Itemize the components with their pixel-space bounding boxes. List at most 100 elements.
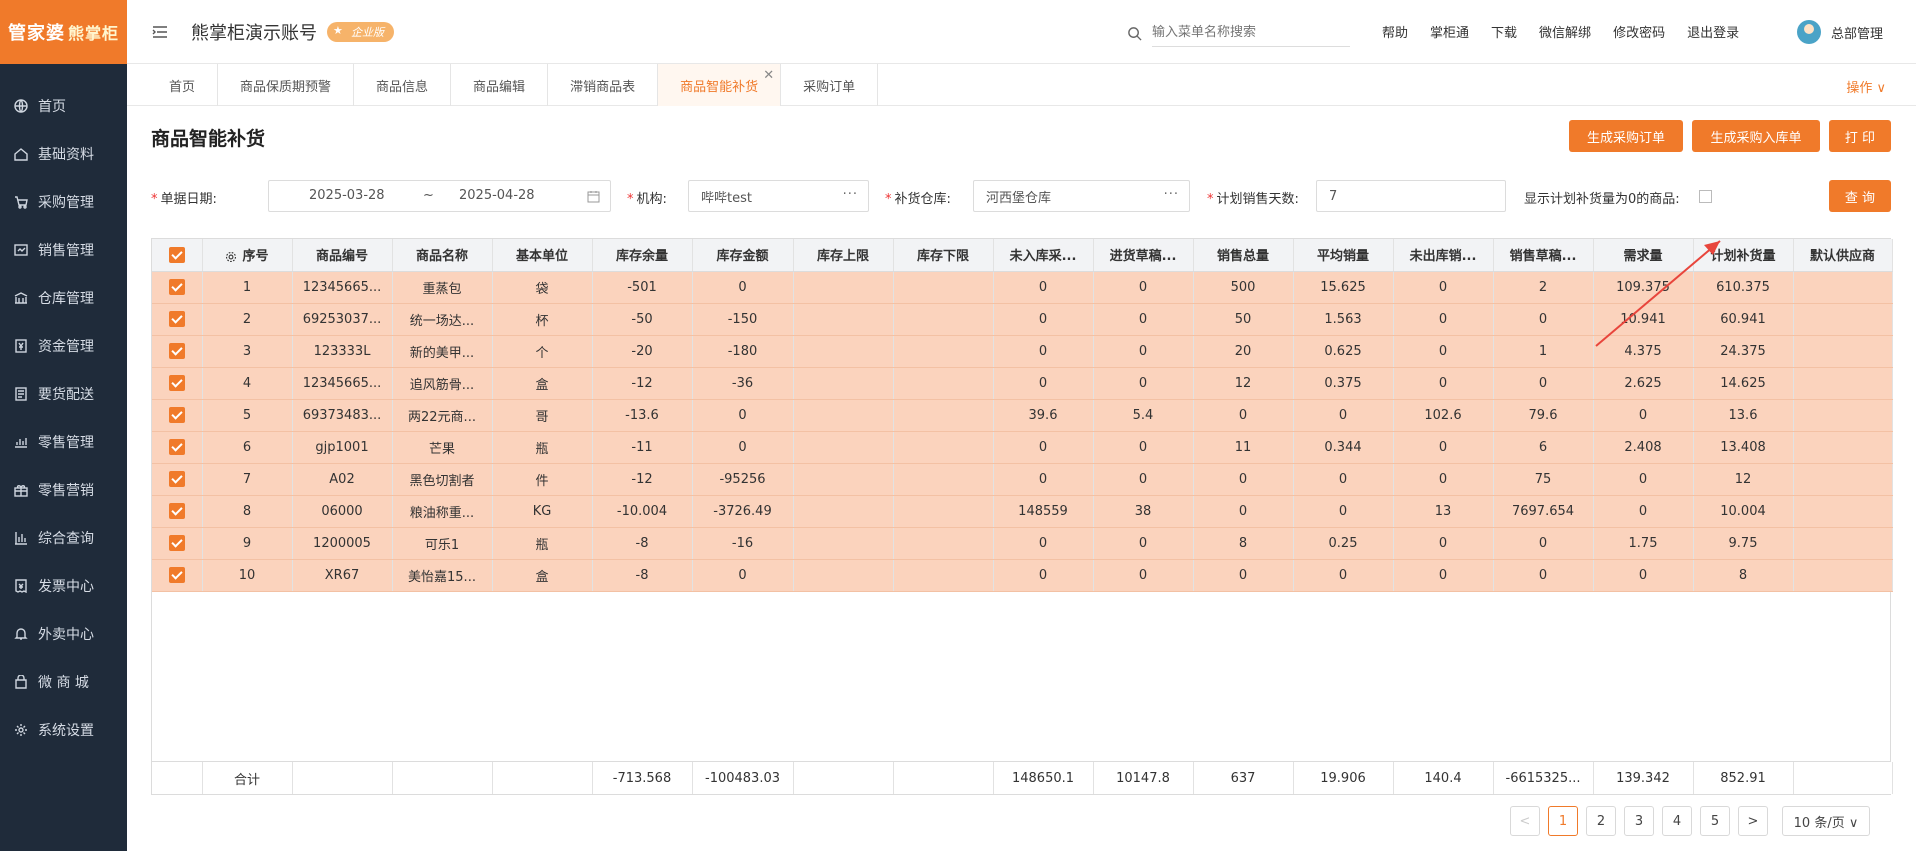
tab-expiry-warning[interactable]: 商品保质期预警 [218, 64, 355, 106]
page-button-5[interactable]: 5 [1700, 806, 1730, 836]
column-header[interactable]: 基本单位 [492, 239, 593, 272]
row-checkbox-cell[interactable] [152, 399, 203, 432]
table-row[interactable]: 9 1200005 可乐1 瓶 -8 -16 0 0 8 0.25 0 0 1.75 9.75 [152, 527, 1893, 560]
more-icon[interactable]: ··· [1164, 187, 1179, 202]
column-header[interactable]: 库存下限 [893, 239, 994, 272]
select-all-checkbox[interactable] [168, 246, 185, 263]
table-row[interactable]: 3 123333L 新的美甲... 个 -20 -180 0 0 20 0.625 0 1 4.375 2… [152, 335, 1893, 368]
row-checkbox-cell[interactable] [152, 495, 203, 528]
row-checkbox[interactable] [168, 471, 185, 487]
column-header[interactable]: 库存上限 [793, 239, 894, 272]
column-header[interactable]: 序号 [202, 239, 293, 272]
sidebar-item-2[interactable]: 采购管理 [0, 178, 127, 226]
row-checkbox[interactable] [168, 439, 185, 455]
row-checkbox[interactable] [168, 375, 185, 391]
table-row[interactable]: 6 gjp1001 芒果瓶 -11 0 0 0 11 0.344 0 6 2.408 13.408 [152, 431, 1893, 464]
row-checkbox-cell[interactable] [152, 271, 203, 304]
table-row[interactable]: 10 XR67 美怡嘉15... 盒 -8 0 0 0 0 0 0 0 0 8 [152, 559, 1893, 592]
sidebar-item-12[interactable]: 微 商 城 [0, 658, 127, 706]
column-header[interactable]: 进货草稿... [1093, 239, 1194, 272]
tab-home[interactable]: 首页 [147, 64, 219, 106]
column-header[interactable]: 平均销量 [1293, 239, 1394, 272]
page-button-4[interactable]: 4 [1662, 806, 1692, 836]
tab-purchase-order[interactable]: 采购订单 [781, 64, 879, 106]
sidebar-item-1[interactable]: 基础资料 [0, 130, 127, 178]
column-header[interactable]: 商品名称 [392, 239, 493, 272]
download-link[interactable]: 下载 [1491, 22, 1517, 41]
row-checkbox[interactable] [168, 343, 185, 359]
user-menu[interactable]: 总部管理 [1797, 20, 1883, 44]
row-checkbox-cell[interactable] [152, 303, 203, 336]
column-header[interactable]: 计划补货量 [1693, 239, 1794, 272]
column-settings-icon[interactable] [225, 251, 237, 263]
tab-product-edit[interactable]: 商品编辑 [451, 64, 549, 106]
row-checkbox[interactable] [168, 535, 185, 551]
sidebar-item-3[interactable]: 销售管理 [0, 226, 127, 274]
sidebar-item-6[interactable]: 要货配送 [0, 370, 127, 418]
table-row[interactable]: 7 A02 黑色切割者件 -12 -95256 0 0 0 0 0 75 0 12 [152, 463, 1893, 496]
menu-toggle-icon[interactable] [151, 23, 169, 41]
column-header[interactable]: 销售总量 [1193, 239, 1294, 272]
generate-purchase-order-button[interactable]: 生成采购订单 [1569, 120, 1683, 152]
sidebar-item-11[interactable]: 外卖中心 [0, 610, 127, 658]
generate-purchase-receipt-button[interactable]: 生成采购入库单 [1692, 120, 1820, 152]
wechat-unbind-link[interactable]: 微信解绑 [1539, 22, 1591, 41]
column-header[interactable]: 未出库销... [1393, 239, 1494, 272]
sidebar-item-13[interactable]: 系统设置 [0, 706, 127, 754]
row-checkbox-cell[interactable] [152, 335, 203, 368]
table-row[interactable]: 4 12345665... 追风筋骨... 盒 -12 -36 0 0 12 0.375 0 0 2.6… [152, 367, 1893, 400]
menu-search-input[interactable] [1152, 19, 1350, 47]
show-zero-checkbox[interactable] [1699, 190, 1712, 203]
sidebar-item-0[interactable]: 首页 [0, 82, 127, 130]
table-row[interactable]: 5 69373483... 两22元商... 哥 -13.6 0 39.6 5.4 0 0 102.… [152, 399, 1893, 432]
row-checkbox[interactable] [168, 567, 185, 583]
warehouse-selector[interactable]: 河西堡仓库 ··· [973, 180, 1190, 212]
query-button[interactable]: 查 询 [1829, 180, 1891, 212]
tab-operations-menu[interactable]: 操作 ∨ [1846, 77, 1886, 96]
page-button-2[interactable]: 2 [1586, 806, 1616, 836]
sidebar-item-8[interactable]: 零售营销 [0, 466, 127, 514]
page-size-select[interactable]: 10 条/页 ∨ [1782, 806, 1870, 836]
row-checkbox-cell[interactable] [152, 431, 203, 464]
column-header[interactable]: 销售草稿... [1493, 239, 1594, 272]
table-row[interactable]: 8 06000 粮油称重... KG -10.004 -3726.49 148559 38 0 0… [152, 495, 1893, 528]
tab-slow-moving[interactable]: 滞销商品表 [548, 64, 659, 106]
sidebar-item-4[interactable]: 仓库管理 [0, 274, 127, 322]
column-header[interactable]: 库存余量 [592, 239, 693, 272]
column-header[interactable]: 默认供应商 [1793, 239, 1893, 272]
column-header[interactable]: 库存金额 [692, 239, 794, 272]
more-icon[interactable]: ··· [843, 187, 858, 202]
sidebar-item-10[interactable]: 发票中心 [0, 562, 127, 610]
row-checkbox[interactable] [168, 503, 185, 519]
row-checkbox-cell[interactable] [152, 367, 203, 400]
row-checkbox[interactable] [168, 279, 185, 295]
column-header[interactable]: 商品编号 [292, 239, 393, 272]
page-button-3[interactable]: 3 [1624, 806, 1654, 836]
date-range-picker[interactable]: 2025-03-28 ~ 2025-04-28 [268, 180, 611, 212]
table-row[interactable]: 1 12345665... 重蒸包袋 -501 0 0 0 500 15.625 0 2 109.37… [152, 271, 1893, 304]
select-all-checkbox-cell[interactable] [152, 239, 203, 272]
table-row[interactable]: 2 69253037... 统一场达... 杯 -50 -150 0 0 50 1.563 0 0 10… [152, 303, 1893, 336]
page-button-1[interactable]: 1 [1548, 806, 1578, 836]
row-checkbox-cell[interactable] [152, 527, 203, 560]
logout-link[interactable]: 退出登录 [1687, 22, 1739, 41]
row-checkbox-cell[interactable] [152, 463, 203, 496]
sidebar-item-9[interactable]: 综合查询 [0, 514, 127, 562]
print-button[interactable]: 打 印 [1829, 120, 1891, 152]
zhangguitong-link[interactable]: 掌柜通 [1430, 22, 1469, 41]
row-checkbox[interactable] [168, 407, 185, 423]
row-checkbox-cell[interactable] [152, 559, 203, 592]
close-icon[interactable]: ✕ [763, 68, 774, 83]
sidebar-item-5[interactable]: 资金管理 [0, 322, 127, 370]
row-checkbox[interactable] [168, 311, 185, 327]
help-link[interactable]: 帮助 [1382, 22, 1408, 41]
column-header[interactable]: 需求量 [1593, 239, 1694, 272]
change-password-link[interactable]: 修改密码 [1613, 22, 1665, 41]
prev-page-button[interactable]: < [1510, 806, 1540, 836]
tab-product-info[interactable]: 商品信息 [354, 64, 452, 106]
next-page-button[interactable]: > [1738, 806, 1768, 836]
sale-days-input[interactable]: 7 [1316, 180, 1506, 212]
tab-smart-replenish[interactable]: 商品智能补货 ✕ [658, 64, 782, 106]
column-header[interactable]: 未入库采... [993, 239, 1094, 272]
org-selector[interactable]: 哔哔test ··· [688, 180, 869, 212]
